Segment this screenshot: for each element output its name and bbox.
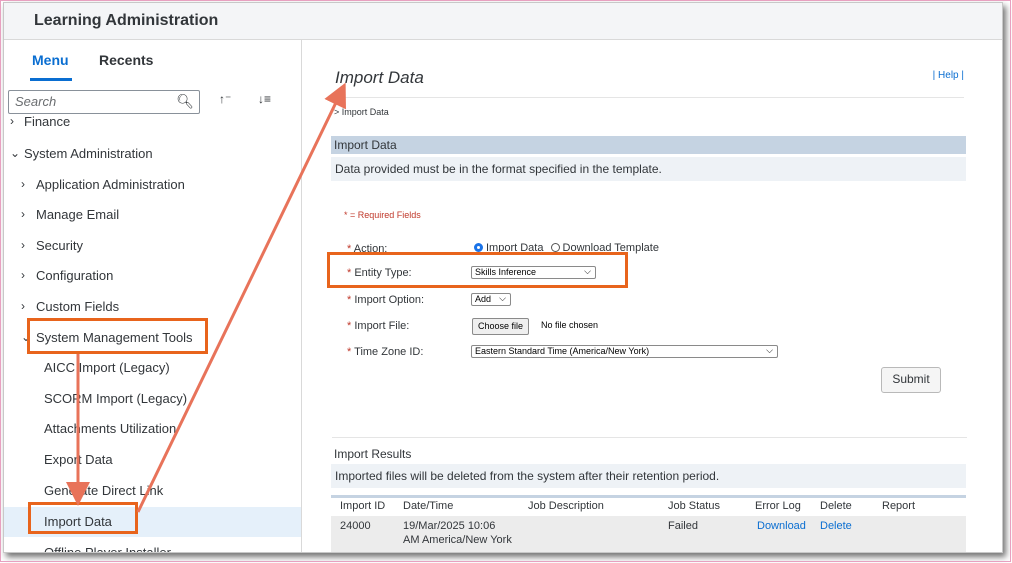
- menu-item-import-data[interactable]: Import Data: [4, 507, 301, 537]
- menu-item-security[interactable]: › Security: [4, 231, 301, 261]
- tab-menu[interactable]: Menu: [32, 52, 69, 68]
- delete-link[interactable]: Delete: [820, 519, 852, 533]
- entity-type-label: * Entity Type:: [347, 267, 412, 279]
- file-status: No file chosen: [541, 320, 599, 330]
- section-description-text: Data provided must be in the format spec…: [335, 162, 662, 176]
- search-icon[interactable]: 🔍︎: [176, 93, 194, 110]
- chevron-right-icon: ›: [10, 114, 14, 128]
- menu-item-configuration[interactable]: › Configuration: [4, 261, 301, 291]
- search-input[interactable]: Search 🔍︎: [8, 90, 200, 114]
- sort-list-icon[interactable]: ↓≡: [258, 92, 271, 106]
- time-zone-select[interactable]: Eastern Standard Time (America/New York)…: [471, 345, 778, 358]
- time-zone-label: * Time Zone ID:: [347, 346, 424, 358]
- results-title: Import Results: [334, 447, 412, 461]
- radio-download-template-label[interactable]: Download Template: [563, 242, 659, 254]
- action-label: * Action:: [347, 243, 388, 255]
- menu-item-aicc-import[interactable]: AICC Import (Legacy): [4, 353, 301, 383]
- chevron-down-icon: ⌄: [21, 330, 32, 344]
- action-radio-group: Import Data Download Template: [474, 242, 659, 254]
- column-header: Delete: [820, 500, 852, 512]
- results-table-header: Import ID Date/Time Job Description Job …: [331, 495, 966, 516]
- column-header: Job Description: [528, 500, 604, 512]
- column-header: Date/Time: [403, 500, 454, 512]
- app-title: Learning Administration: [34, 12, 219, 29]
- chevron-down-icon: ⌵: [766, 345, 773, 355]
- active-tab-indicator: [30, 78, 72, 81]
- divider: [334, 97, 964, 98]
- entity-type-label-text: Entity Type:: [354, 267, 412, 279]
- import-option-select[interactable]: Add ⌵: [471, 293, 511, 306]
- app-window: Learning Administration Menu Recents Sea…: [3, 2, 1003, 553]
- import-option-value: Add: [475, 294, 492, 304]
- divider: [332, 437, 967, 438]
- sidebar: Menu Recents Search 🔍︎ ↑⁻ ↓≡ › Finance ⌄…: [4, 40, 302, 552]
- radio-import-data[interactable]: [474, 243, 483, 252]
- sort-ascending-icon[interactable]: ↑⁻: [219, 92, 231, 106]
- menu-item-scorm-import[interactable]: SCORM Import (Legacy): [4, 384, 301, 414]
- table-row: 24000 19/Mar/2025 10:06 AM America/New Y…: [331, 516, 966, 552]
- chevron-right-icon: ›: [21, 207, 25, 221]
- help-link[interactable]: | Help |: [933, 70, 964, 81]
- datetime-cell: 19/Mar/2025 10:06 AM America/New York: [403, 520, 512, 546]
- radio-import-data-label[interactable]: Import Data: [486, 242, 543, 254]
- chevron-down-icon: ⌵: [584, 266, 591, 276]
- section-header: Import Data: [331, 136, 966, 154]
- import-option-label-text: Import Option:: [354, 294, 425, 306]
- chevron-down-icon: ⌄: [10, 146, 21, 160]
- results-description: Imported files will be deleted from the …: [331, 464, 966, 488]
- choose-file-button[interactable]: Choose file: [472, 318, 530, 335]
- entity-type-value: Skills Inference: [475, 267, 537, 277]
- menu-item-attachments-utilization[interactable]: Attachments Utilization: [4, 414, 301, 444]
- submit-button[interactable]: Submit: [881, 367, 941, 393]
- chevron-right-icon: ›: [21, 299, 25, 313]
- time-zone-label-text: Time Zone ID:: [354, 346, 424, 358]
- action-label-text: Action:: [353, 243, 388, 255]
- job-status-cell: Failed: [668, 520, 698, 532]
- tab-recents[interactable]: Recents: [99, 52, 153, 68]
- import-file-label-text: Import File:: [354, 320, 410, 332]
- required-fields-note: * = Required Fields: [344, 210, 421, 220]
- menu-item-offline-player-installer[interactable]: Offline Player Installer: [4, 538, 301, 552]
- menu-item-export-data[interactable]: Export Data: [4, 445, 301, 475]
- page-title: Import Data: [335, 68, 424, 87]
- menu-item-manage-email[interactable]: › Manage Email: [4, 200, 301, 230]
- column-header: Error Log: [755, 500, 801, 512]
- menu-item-generate-direct-link[interactable]: Generate Direct Link: [4, 476, 301, 506]
- section-title: Import Data: [334, 138, 397, 152]
- import-file-label: * Import File:: [347, 320, 410, 332]
- chevron-right-icon: ›: [21, 268, 25, 282]
- download-link[interactable]: Download: [757, 519, 806, 533]
- radio-download-template[interactable]: [550, 243, 560, 252]
- import-id-cell: 24000: [340, 520, 371, 532]
- results-description-text: Imported files will be deleted from the …: [335, 469, 720, 483]
- column-header: Report: [882, 500, 916, 512]
- section-description: Data provided must be in the format spec…: [331, 157, 966, 181]
- sidebar-tabs: Menu Recents: [4, 40, 301, 82]
- breadcrumb[interactable]: > Import Data: [334, 107, 389, 117]
- menu-item-custom-fields[interactable]: › Custom Fields: [4, 292, 301, 322]
- column-header: Import ID: [340, 500, 386, 512]
- time-zone-value: Eastern Standard Time (America/New York): [475, 346, 650, 356]
- menu-item-system-administration[interactable]: ⌄ System Administration: [4, 139, 301, 169]
- chevron-down-icon: ⌵: [499, 293, 506, 303]
- search-placeholder: Search: [15, 94, 57, 109]
- header-bar: Learning Administration: [4, 3, 1002, 40]
- main-content: Import Data | Help | > Import Data Impor…: [304, 40, 1002, 552]
- menu-item-finance[interactable]: › Finance: [4, 112, 301, 130]
- column-header: Job Status: [668, 500, 720, 512]
- import-option-label: * Import Option:: [347, 294, 425, 306]
- help-link-label[interactable]: Help: [938, 70, 959, 81]
- chevron-right-icon: ›: [21, 238, 25, 252]
- chevron-right-icon: ›: [21, 177, 25, 191]
- entity-type-select[interactable]: Skills Inference ⌵: [471, 266, 596, 279]
- menu-item-application-administration[interactable]: › Application Administration: [4, 170, 301, 200]
- menu-item-system-management-tools[interactable]: ⌄ System Management Tools: [4, 323, 301, 353]
